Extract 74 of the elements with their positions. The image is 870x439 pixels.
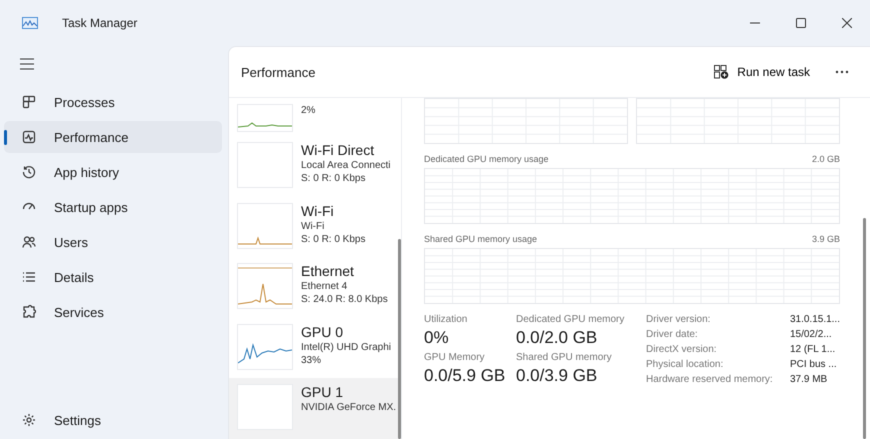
puzzle-icon [22,305,36,319]
stat-label: Utilization [424,314,468,325]
device-item[interactable]: GPU 1 NVIDIA GeForce MX. [229,378,401,439]
list-icon [22,270,36,284]
scrollbar[interactable] [398,239,401,439]
stat-label: Dedicated GPU memory [516,314,626,325]
device-item[interactable]: Wi-Fi Wi-Fi S: 0 R: 0 Kbps [229,196,401,258]
property-label: Driver version: [646,314,712,326]
device-info: 33% [301,354,322,367]
device-item[interactable]: Ethernet Ethernet 4 S: 24.0 R: 8.0 Kbps [229,257,401,318]
nav-item[interactable]: App history [4,156,222,188]
menu-icon [20,58,34,70]
users-icon [22,235,36,249]
device-info: 2% [301,104,316,117]
nav-item[interactable]: Performance [4,121,222,153]
device-item[interactable]: Wi-Fi Direct Local Area Connecti S: 0 R: 0 Kbps [229,136,401,197]
property-value: 12 (FL 1... [790,344,836,356]
close-icon [842,18,852,28]
property-label: Hardware reserved memory: [646,374,774,386]
device-info: S: 24.0 R: 8.0 Kbps [301,293,388,306]
usage-graph [237,104,293,132]
pulse-icon [22,130,36,144]
device-info: Intel(R) UHD Graphi [301,340,392,354]
page-title: Performance [241,64,316,80]
property-value: PCI bus ... [790,359,838,371]
stat-value: 0% [424,328,450,348]
device-name: Ethernet [301,263,355,280]
nav-item[interactable]: Startup apps [4,191,222,223]
nav-item[interactable]: Details [4,261,222,293]
more-icon [835,70,849,74]
stat-value: 0.0/5.9 GB [424,366,506,386]
selection-indicator [4,130,7,145]
device-info: NVIDIA GeForce MX. [301,401,396,414]
history-icon [22,165,36,179]
nav-item[interactable]: Services [4,296,222,328]
property-value: 37.9 MB [790,374,828,386]
stat-label: Shared GPU memory [516,352,613,363]
device-item[interactable]: 2% [229,98,401,136]
property-label: Physical location: [646,359,724,371]
device-info: S: 0 R: 0 Kbps [301,232,366,246]
device-info: Ethernet 4 [301,280,348,294]
nav-item[interactable]: Settings [4,404,222,436]
window-title: Task Manager [62,16,138,30]
device-info: S: 0 R: 0 Kbps [301,172,366,185]
device-item[interactable]: GPU 0 Intel(R) UHD Graphi 33% [229,318,401,378]
new-task-icon [714,65,730,79]
app-icon [22,17,38,29]
run-task-button[interactable]: Run new task [704,59,820,85]
property-value: 31.0.15.1... [790,314,840,326]
device-name: Wi-Fi [301,202,335,220]
graph-title: Shared GPU memory usage [424,234,538,244]
graph-title: Dedicated GPU memory usage [424,154,549,164]
scrollbar[interactable] [863,218,866,439]
usage-graph [237,263,293,310]
device-info: Wi-Fi [301,220,326,233]
gear-icon [22,413,36,427]
nav-item[interactable]: Users [4,226,222,258]
nav-item[interactable]: Processes [4,86,222,118]
stat-value: 0.0/2.0 GB [516,328,598,348]
usage-graph [237,202,293,249]
maximize-icon [796,18,806,28]
property-value: 15/02/2... [790,329,833,341]
graph-max: 3.9 GB [812,234,840,244]
device-info: Local Area Connecti [301,159,391,172]
stat-value: 0.0/3.9 GB [516,366,598,386]
graph-max: 2.0 GB [812,154,840,164]
property-label: DirectX version: [646,344,718,356]
grid-icon [22,95,36,109]
device-name: Wi-Fi Direct [301,142,376,159]
device-name: GPU 1 [301,384,344,402]
property-label: Driver date: [646,329,699,341]
device-name: GPU 0 [301,324,344,341]
stat-label: GPU Memory [424,352,486,363]
usage-graph [237,324,293,370]
